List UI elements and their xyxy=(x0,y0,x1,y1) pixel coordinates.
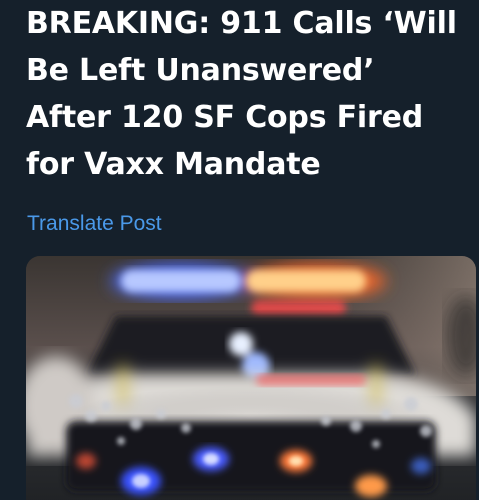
headline-line-3: After 120 SF Cops Fired xyxy=(26,100,424,135)
post-headline: BREAKING: 911 Calls ‘Will Be Left Unansw… xyxy=(26,0,476,188)
police-car-photo xyxy=(26,256,476,500)
headline-line-1: BREAKING: 911 Calls ‘Will xyxy=(26,6,457,41)
headline-line-4: for Vaxx Mandate xyxy=(26,147,321,182)
headline-line-2: Be Left Unanswered’ xyxy=(26,53,375,88)
post-media-image[interactable] xyxy=(26,256,476,500)
translate-post-link[interactable]: Translate Post xyxy=(27,212,162,236)
